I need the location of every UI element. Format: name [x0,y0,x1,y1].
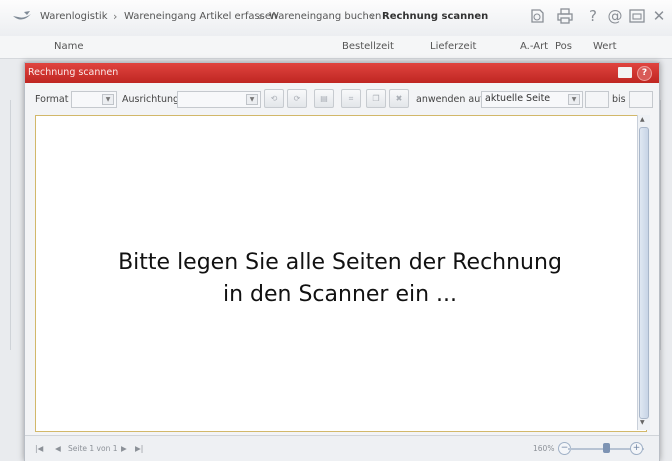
breadcrumb-warenlogistik[interactable]: Warenlogistik [40,11,107,22]
scan-invoice-dialog: Rechnung scannen ? Format ▼ Ausrichtung … [24,62,660,461]
apply-to-value: aktuelle Seite [485,93,551,104]
prev-page-icon[interactable]: ◀ [55,444,61,453]
ausrichtung-label: Ausrichtung [122,94,180,105]
scan-toolbar: Format ▼ Ausrichtung ▼ ⟲ ⟳ ▤ ⌗ ❐ ✖ anwen… [25,83,659,113]
fullscreen-icon[interactable] [618,67,632,78]
last-page-icon[interactable]: ▶| [135,444,143,453]
history-icon[interactable] [528,7,546,25]
breadcrumb-separator: › [370,10,375,23]
chevron-down-icon[interactable]: ▼ [246,94,258,105]
page-to-field[interactable] [629,91,653,108]
help-icon[interactable]: ? [584,7,602,25]
breadcrumb-current: Rechnung scannen [382,11,489,22]
app-logo-icon [13,11,31,20]
window-icon[interactable] [628,7,646,25]
first-page-icon[interactable]: |◀ [35,444,43,453]
breadcrumb-wareneingang-buchen[interactable]: Wareneingang buchen [269,11,381,22]
apply-to-select[interactable]: aktuelle Seite ▼ [481,91,583,108]
vertical-scrollbar[interactable]: ▲ ▼ [637,115,650,430]
crop-icon[interactable]: ⌗ [341,89,361,108]
at-icon[interactable]: @ [606,7,624,25]
page-indicator: Seite 1 von 1 [68,444,118,453]
format-label: Format [35,94,69,105]
column-header-a-art[interactable]: A.-Art [520,41,548,52]
zoom-slider-thumb[interactable] [603,443,610,453]
chevron-down-icon[interactable]: ▼ [568,94,580,105]
breadcrumb-artikel-erfassen[interactable]: Wareneingang Artikel erfassen [124,11,277,22]
dialog-titlebar: Rechnung scannen ? [25,63,659,83]
page-icon[interactable]: ▤ [314,89,334,108]
copy-icon[interactable]: ❐ [366,89,386,108]
print-icon[interactable] [556,7,574,25]
column-header-bestellzeit[interactable]: Bestellzeit [342,41,394,52]
table-header: Name Bestellzeit Lieferzeit A.-Art Pos W… [0,36,672,59]
dialog-help-icon[interactable]: ? [637,66,652,81]
top-bar: Warenlogistik › Wareneingang Artikel erf… [0,0,672,37]
breadcrumb-separator: › [113,10,118,23]
rotate-right-icon[interactable]: ⟳ [287,89,307,108]
bis-label: bis [612,94,626,105]
delete-icon[interactable]: ✖ [389,89,409,108]
scroll-down-icon[interactable]: ▼ [640,419,645,426]
column-header-pos[interactable]: Pos [555,41,572,52]
column-header-lieferzeit[interactable]: Lieferzeit [430,41,476,52]
background-panel-edge [10,100,11,350]
anwenden-label: anwenden auf [416,94,484,105]
zoom-in-icon[interactable]: + [630,442,643,455]
scrollbar-thumb[interactable] [639,127,649,419]
scan-instruction-message: Bitte legen Sie alle Seiten der Rechnung… [35,247,645,311]
column-header-name[interactable]: Name [54,41,84,52]
scan-instruction-line-2: in den Scanner ein ... [222,282,458,307]
background-panel-edge [660,100,661,350]
ausrichtung-select[interactable]: ▼ [177,91,261,108]
zoom-level: 160% [533,444,555,453]
next-page-icon[interactable]: ▶ [121,444,127,453]
dialog-title: Rechnung scannen [28,67,119,78]
scroll-up-icon[interactable]: ▲ [640,116,645,123]
breadcrumb-separator: › [258,10,263,23]
page-from-field[interactable] [585,91,609,108]
rotate-left-icon[interactable]: ⟲ [264,89,284,108]
format-select[interactable]: ▼ [71,91,117,108]
dialog-footer: |◀ ◀ Seite 1 von 1 ▶ ▶| 160% − + [25,435,659,461]
close-icon[interactable]: ✕ [650,7,668,25]
column-header-wert[interactable]: Wert [593,41,617,52]
scan-instruction-line-1: Bitte legen Sie alle Seiten der Rechnung [118,250,562,275]
chevron-down-icon[interactable]: ▼ [102,94,114,105]
